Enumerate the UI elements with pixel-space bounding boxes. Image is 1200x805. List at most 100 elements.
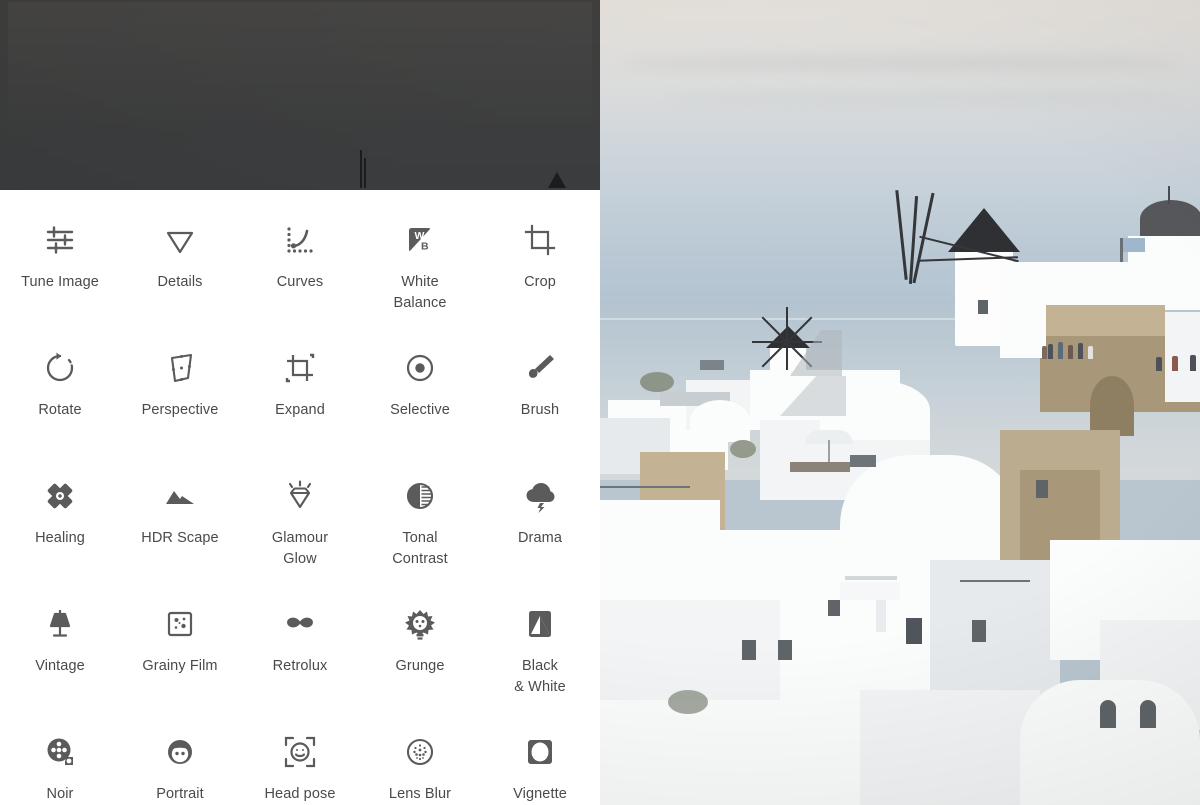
window (1036, 480, 1048, 498)
tool-item-crop[interactable]: Crop (480, 204, 600, 332)
tool-label: Grunge (395, 658, 445, 674)
tool-item-glamour-glow[interactable]: Glamour Glow (240, 460, 360, 588)
tool-label: Head pose (264, 786, 336, 802)
brush-icon (518, 346, 562, 390)
tool-item-vignette[interactable]: Vignette (480, 716, 600, 805)
white-block (1000, 300, 1046, 358)
person (1156, 357, 1162, 371)
expand-icon (278, 346, 322, 390)
hdr-scape-icon (158, 474, 202, 518)
window (742, 640, 756, 660)
preview-detail (360, 150, 362, 188)
tool-item-curves[interactable]: Curves (240, 204, 360, 332)
preview-detail (364, 158, 366, 188)
tool-item-grunge[interactable]: Grunge (360, 588, 480, 716)
tool-item-vintage[interactable]: Vintage (0, 588, 120, 716)
domed-house (1020, 680, 1200, 805)
stone-arch (1090, 376, 1134, 436)
chimney (876, 598, 886, 632)
person (1088, 346, 1093, 359)
domed-roof (690, 400, 750, 442)
tool-item-grainy-film[interactable]: Grainy Film (120, 588, 240, 716)
dimmed-photo-preview[interactable] (0, 0, 600, 190)
tool-item-drama[interactable]: Drama (480, 460, 600, 588)
windmill-window (978, 300, 988, 314)
foliage (730, 440, 756, 458)
crop-icon (518, 218, 562, 262)
tool-label: Details (157, 274, 203, 290)
tool-label: Vignette (513, 786, 567, 802)
details-icon (158, 218, 202, 262)
vintage-icon (38, 602, 82, 646)
tool-item-noir[interactable]: Noir (0, 716, 120, 805)
arched-window (1140, 700, 1156, 728)
tool-item-white-balance[interactable]: W B White Balance (360, 204, 480, 332)
tool-label: Crop (524, 274, 556, 290)
tool-item-tonal-contrast[interactable]: Tonal Contrast (360, 460, 480, 588)
tool-label: Rotate (38, 402, 82, 418)
tool-label: Glamour Glow (271, 530, 329, 567)
snapseed-tools-screen: Tune Image Details Curves W B White Balan… (0, 0, 1200, 805)
foliage (668, 690, 708, 714)
perspective-icon (158, 346, 202, 390)
tool-item-brush[interactable]: Brush (480, 332, 600, 460)
tool-label: Tune Image (21, 274, 99, 290)
tool-label: Healing (35, 530, 85, 546)
vignette-icon (518, 730, 562, 774)
tool-label: Selective (390, 402, 450, 418)
portrait-icon (158, 730, 202, 774)
head-pose-icon (278, 730, 322, 774)
tool-label: Noir (46, 786, 74, 802)
tool-item-black-white[interactable]: Black & White (480, 588, 600, 716)
tool-item-rotate[interactable]: Rotate (0, 332, 120, 460)
person (1042, 346, 1047, 359)
svg-text:B: B (421, 241, 429, 253)
tool-item-head-pose[interactable]: Head pose (240, 716, 360, 805)
balcony (840, 582, 900, 600)
tool-item-details[interactable]: Details (120, 204, 240, 332)
tool-label: HDR Scape (141, 530, 219, 546)
tool-item-lens-blur[interactable]: Lens Blur (360, 716, 480, 805)
lens-blur-icon (398, 730, 442, 774)
tool-label: Lens Blur (388, 786, 452, 802)
tool-item-perspective[interactable]: Perspective (120, 332, 240, 460)
tools-panel: Tune Image Details Curves W B White Balan… (0, 190, 600, 805)
tool-item-portrait[interactable]: Portrait (120, 716, 240, 805)
church-dome (1140, 200, 1200, 238)
person (1048, 344, 1053, 359)
tool-item-retrolux[interactable]: Retrolux (240, 588, 360, 716)
tune-image-icon (38, 218, 82, 262)
village-block (860, 690, 1040, 805)
tools-grid: Tune Image Details Curves W B White Balan… (0, 190, 600, 805)
window (828, 600, 840, 616)
dome-cross (1168, 186, 1170, 204)
arched-window (1100, 700, 1116, 728)
tool-label: Black & White (514, 658, 566, 695)
tool-label: Grainy Film (142, 658, 218, 674)
tonal-contrast-icon (398, 474, 442, 518)
tool-item-healing[interactable]: Healing (0, 460, 120, 588)
person (1058, 342, 1063, 359)
healing-icon (38, 474, 82, 518)
tool-label: Curves (276, 274, 324, 290)
tool-label: Vintage (35, 658, 85, 674)
black-and-white-icon (518, 602, 562, 646)
railing (600, 486, 690, 488)
tool-item-hdr-scape[interactable]: HDR Scape (120, 460, 240, 588)
tool-item-selective[interactable]: Selective (360, 332, 480, 460)
stone-wall (1045, 305, 1165, 337)
tool-label: Expand (275, 402, 325, 418)
drama-icon (518, 474, 562, 518)
window (850, 455, 876, 467)
tool-label: Tonal Contrast (392, 530, 448, 567)
curves-icon (278, 218, 322, 262)
window (778, 640, 792, 660)
retrolux-icon (278, 602, 322, 646)
tool-label: White Balance (393, 274, 447, 311)
cloud-band (620, 55, 1180, 71)
tool-label: Drama (517, 530, 562, 546)
tool-label: Retrolux (272, 658, 328, 674)
railing (960, 580, 1030, 582)
tool-item-tune-image[interactable]: Tune Image (0, 204, 120, 332)
tool-item-expand[interactable]: Expand (240, 332, 360, 460)
